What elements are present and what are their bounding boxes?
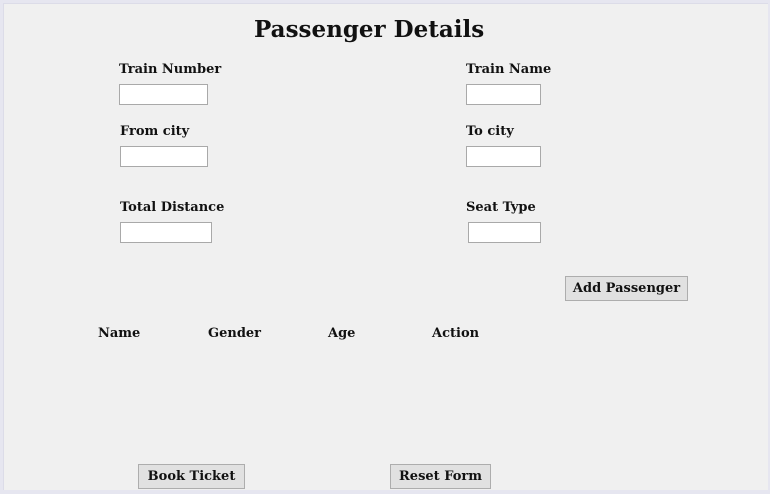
total-distance-label: Total Distance <box>120 200 225 215</box>
train-name-input[interactable] <box>466 84 541 105</box>
book-ticket-button[interactable]: Book Ticket <box>138 464 245 489</box>
train-number-label: Train Number <box>119 62 222 77</box>
form-panel: Passenger Details Train Number Train Nam… <box>3 3 768 490</box>
train-number-input[interactable] <box>119 84 208 105</box>
add-passenger-button[interactable]: Add Passenger <box>565 276 688 301</box>
to-city-label: To city <box>466 124 514 139</box>
seat-type-label: Seat Type <box>466 200 536 215</box>
reset-form-button[interactable]: Reset Form <box>390 464 491 489</box>
from-city-label: From city <box>120 124 190 139</box>
column-header-name: Name <box>98 326 141 341</box>
from-city-input[interactable] <box>120 146 208 167</box>
page-title: Passenger Details <box>254 16 485 43</box>
column-header-age: Age <box>328 326 356 341</box>
to-city-input[interactable] <box>466 146 541 167</box>
column-header-gender: Gender <box>208 326 262 341</box>
column-header-action: Action <box>432 326 480 341</box>
train-name-label: Train Name <box>466 62 552 77</box>
total-distance-input[interactable] <box>120 222 212 243</box>
seat-type-input[interactable] <box>468 222 541 243</box>
passenger-table <box>94 322 494 452</box>
